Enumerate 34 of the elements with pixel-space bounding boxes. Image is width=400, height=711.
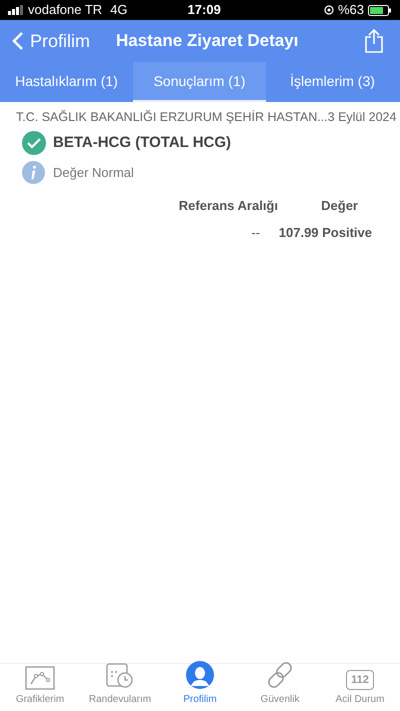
page-title: Hastane Ziyaret Detayı bbox=[116, 30, 298, 52]
link-icon bbox=[265, 660, 295, 690]
bottom-tab[interactable]: Randevularım bbox=[80, 660, 160, 707]
check-icon bbox=[22, 130, 46, 155]
table-cell-text: 107.99 Positive bbox=[278, 224, 372, 242]
signal-icon bbox=[8, 5, 24, 15]
test-name: BETA-HCG (TOTAL HCG) bbox=[53, 132, 232, 152]
clock-time: 17:09 bbox=[188, 1, 221, 20]
carrier-name: vodafone TR bbox=[28, 1, 102, 20]
bottom-tab[interactable]: Grafiklerim bbox=[0, 666, 80, 707]
hospital-name: T.C. SAĞLIK BAKANLIĞI ERZURUM ŞEHİR HASTAN... bbox=[16, 109, 328, 126]
chart-icon bbox=[25, 666, 55, 690]
share-icon bbox=[364, 28, 384, 54]
section-tab[interactable]: Hastalıklarım (1) bbox=[0, 62, 133, 102]
visit-date: 3 Eylül 2024 bbox=[328, 109, 396, 126]
column-header: Değer bbox=[320, 196, 359, 215]
info-icon bbox=[22, 160, 45, 184]
emergency-number-icon: 112 bbox=[346, 670, 374, 690]
table-cell-text: -- bbox=[250, 224, 261, 242]
bottom-tab[interactable]: Profilim bbox=[160, 660, 240, 707]
bottom-tab[interactable]: 112 Acil Durum bbox=[320, 670, 400, 707]
column-header: Referans Aralığı bbox=[178, 196, 278, 215]
battery-icon bbox=[368, 4, 392, 16]
battery-percent: %63 bbox=[338, 1, 364, 20]
network-type: 4G bbox=[110, 1, 128, 20]
orientation-lock-icon bbox=[324, 5, 334, 15]
value-status: Değer Normal bbox=[53, 164, 134, 182]
section-tab[interactable]: İşlemlerim (3) bbox=[266, 62, 399, 102]
back-button[interactable]: Profilim bbox=[12, 28, 90, 54]
back-chevron-icon bbox=[12, 31, 24, 51]
profile-icon bbox=[185, 660, 215, 690]
share-button[interactable] bbox=[364, 28, 384, 54]
bottom-tab[interactable]: Güvenlik bbox=[240, 660, 320, 707]
section-tab[interactable]: Sonuçlarım (1) bbox=[133, 62, 266, 102]
